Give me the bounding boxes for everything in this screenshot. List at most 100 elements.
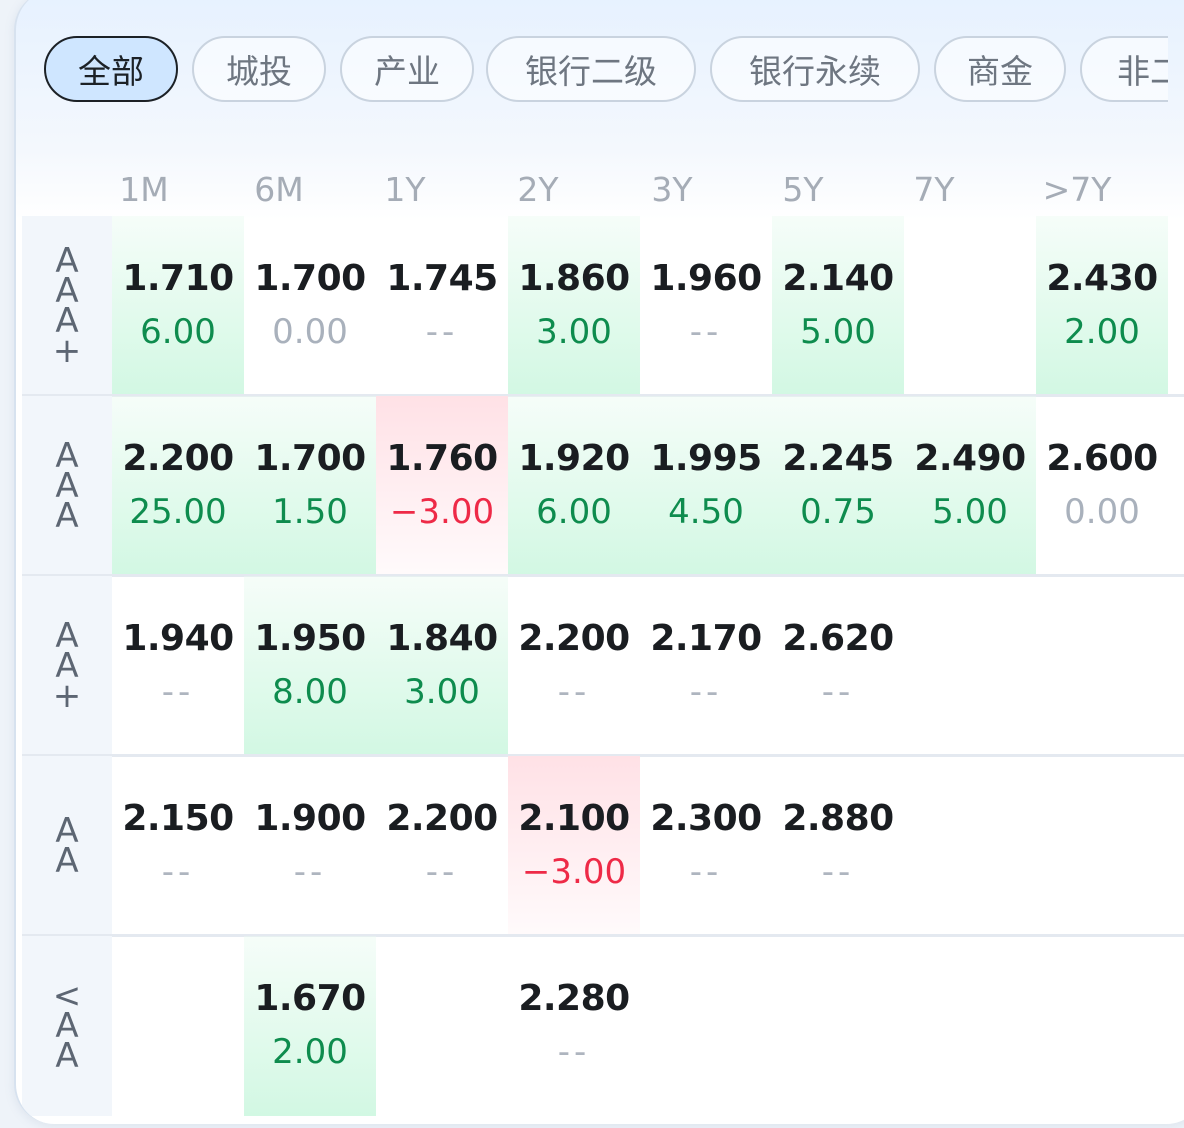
yield-cell[interactable]: 2.280 -- bbox=[508, 936, 640, 1116]
yield-cell[interactable]: 2.140 5.00 bbox=[772, 216, 904, 396]
yield-cell bbox=[1036, 576, 1168, 756]
change-value: -- bbox=[425, 852, 459, 892]
yield-value: 1.745 bbox=[386, 258, 498, 299]
tab-4[interactable]: 银行永续 bbox=[710, 36, 920, 102]
change-value: 8.00 bbox=[272, 672, 348, 712]
yield-cell[interactable]: 2.300 -- bbox=[640, 756, 772, 936]
yield-value: 2.600 bbox=[1046, 438, 1158, 479]
yield-value: 1.700 bbox=[254, 258, 366, 299]
yield-cell bbox=[376, 936, 508, 1116]
rating-row: A A +1.940 -- 1.950 8.00 1.840 3.00 2.200 -- 2.170… bbox=[16, 576, 1184, 757]
yield-cell[interactable]: 1.900 -- bbox=[244, 756, 376, 936]
change-value: −3.00 bbox=[521, 852, 627, 892]
yield-cell[interactable]: 2.200 25.00 bbox=[112, 396, 244, 576]
yield-cell[interactable]: 1.840 3.00 bbox=[376, 576, 508, 756]
yield-cell bbox=[904, 936, 1036, 1116]
yield-cell bbox=[904, 756, 1036, 936]
yield-cell[interactable]: 1.700 1.50 bbox=[244, 396, 376, 576]
change-value: -- bbox=[293, 852, 327, 892]
yield-value: 1.700 bbox=[254, 438, 366, 479]
change-value: -- bbox=[161, 672, 195, 712]
yield-cell[interactable]: 2.245 0.75 bbox=[772, 396, 904, 576]
yield-cell bbox=[772, 936, 904, 1116]
rating-label: < A A bbox=[22, 936, 112, 1116]
change-value: 0.00 bbox=[1064, 492, 1140, 532]
change-value: 2.00 bbox=[1064, 312, 1140, 352]
tenor-header: 2Y bbox=[517, 170, 559, 209]
yield-cell[interactable]: 1.860 3.00 bbox=[508, 216, 640, 396]
yield-cell[interactable]: 1.760 −3.00 bbox=[376, 396, 508, 576]
change-value: -- bbox=[425, 312, 459, 352]
yield-value: 2.200 bbox=[518, 618, 630, 659]
yield-cell[interactable]: 1.745 -- bbox=[376, 216, 508, 396]
yield-cell[interactable]: 1.920 6.00 bbox=[508, 396, 640, 576]
yield-value: 2.200 bbox=[386, 798, 498, 839]
yield-value: 2.430 bbox=[1046, 258, 1158, 299]
yield-cell[interactable]: 2.200 -- bbox=[376, 756, 508, 936]
yield-cell bbox=[904, 576, 1036, 756]
yield-cell[interactable]: 1.995 4.50 bbox=[640, 396, 772, 576]
yield-value: 1.900 bbox=[254, 798, 366, 839]
yield-value: 2.300 bbox=[650, 798, 762, 839]
rating-row: A A 2.150 -- 1.900 -- 2.200 -- 2.100 −3.00 2.300 --… bbox=[16, 756, 1184, 937]
tenor-header: 6M bbox=[254, 170, 304, 209]
category-tab-bar[interactable]: 全部城投产业银行二级银行永续商金非二 bbox=[44, 36, 1168, 108]
yield-value: 1.860 bbox=[518, 258, 630, 299]
yield-value: 2.140 bbox=[782, 258, 894, 299]
yield-cell[interactable]: 2.880 -- bbox=[772, 756, 904, 936]
yield-value: 1.940 bbox=[122, 618, 234, 659]
yield-cell[interactable]: 2.200 -- bbox=[508, 576, 640, 756]
yield-cell[interactable]: 2.430 2.00 bbox=[1036, 216, 1168, 396]
tenor-header: 7Y bbox=[913, 170, 955, 209]
yield-cell[interactable]: 2.170 -- bbox=[640, 576, 772, 756]
rating-row: A A A 2.200 25.00 1.700 1.50 1.760 −3.00 1.920 6.0… bbox=[16, 396, 1184, 577]
yield-value: 1.960 bbox=[650, 258, 762, 299]
yield-value: 1.670 bbox=[254, 978, 366, 1019]
yield-cell bbox=[640, 936, 772, 1116]
change-value: 1.50 bbox=[272, 492, 348, 532]
change-value: 0.75 bbox=[800, 492, 876, 532]
yield-cell[interactable]: 1.710 6.00 bbox=[112, 216, 244, 396]
tab-6[interactable]: 非二 bbox=[1080, 36, 1168, 102]
change-value: 6.00 bbox=[140, 312, 216, 352]
change-value: 2.00 bbox=[272, 1032, 348, 1072]
change-value: -- bbox=[821, 852, 855, 892]
yield-value: 1.760 bbox=[386, 438, 498, 479]
change-value: 25.00 bbox=[129, 492, 227, 532]
tab-0[interactable]: 全部 bbox=[44, 36, 178, 102]
yield-value: 1.950 bbox=[254, 618, 366, 659]
change-value: -- bbox=[689, 672, 723, 712]
change-value: −3.00 bbox=[389, 492, 495, 532]
tab-2[interactable]: 产业 bbox=[340, 36, 474, 102]
tab-3[interactable]: 银行二级 bbox=[486, 36, 696, 102]
change-value: -- bbox=[821, 672, 855, 712]
yield-cell[interactable]: 1.950 8.00 bbox=[244, 576, 376, 756]
rating-row: A A A +1.710 6.00 1.700 0.00 1.745 -- 1.860 3.00 1.… bbox=[16, 216, 1184, 397]
yield-cell[interactable]: 1.700 0.00 bbox=[244, 216, 376, 396]
tab-1[interactable]: 城投 bbox=[192, 36, 326, 102]
yield-cell[interactable]: 1.960 -- bbox=[640, 216, 772, 396]
yield-cell[interactable]: 1.940 -- bbox=[112, 576, 244, 756]
change-value: -- bbox=[161, 852, 195, 892]
yield-value: 2.100 bbox=[518, 798, 630, 839]
change-value: 5.00 bbox=[932, 492, 1008, 532]
yield-value: 1.920 bbox=[518, 438, 630, 479]
tenor-header: >7Y bbox=[1042, 170, 1112, 209]
tab-5[interactable]: 商金 bbox=[934, 36, 1066, 102]
yield-cell[interactable]: 2.490 5.00 bbox=[904, 396, 1036, 576]
yield-cell bbox=[112, 936, 244, 1116]
tenor-header-row: 1M 6M 1Y 2Y 3Y 5Y 7Y >7Y bbox=[16, 170, 1184, 222]
yield-cell[interactable]: 2.150 -- bbox=[112, 756, 244, 936]
yield-cell[interactable]: 1.670 2.00 bbox=[244, 936, 376, 1116]
tenor-header: 5Y bbox=[782, 170, 824, 209]
rating-label: A A + bbox=[22, 576, 112, 756]
change-value: 0.00 bbox=[272, 312, 348, 352]
yield-matrix-card: 全部城投产业银行二级银行永续商金非二 1M6M1Y2Y3Y5Y7Y>7Y AAA… bbox=[14, 0, 1184, 1124]
yield-cell[interactable]: 2.620 -- bbox=[772, 576, 904, 756]
yield-value: 1.840 bbox=[386, 618, 498, 659]
yield-cell[interactable]: 2.600 0.00 bbox=[1036, 396, 1168, 576]
yield-value: 1.710 bbox=[122, 258, 234, 299]
yield-cell[interactable]: 2.100 −3.00 bbox=[508, 756, 640, 936]
change-value: 3.00 bbox=[404, 672, 480, 712]
yield-value: 2.170 bbox=[650, 618, 762, 659]
